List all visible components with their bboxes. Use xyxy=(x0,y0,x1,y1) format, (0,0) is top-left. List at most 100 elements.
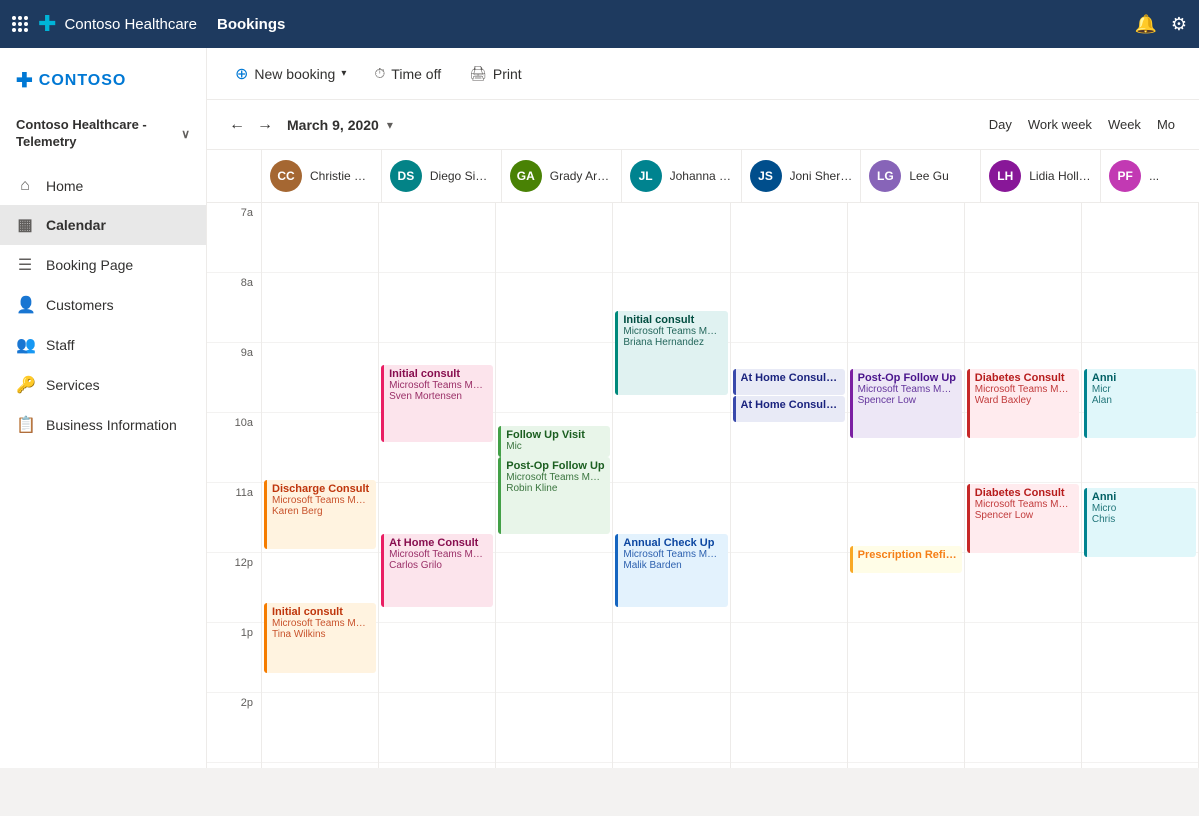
hour-row xyxy=(848,763,964,768)
calendar-event[interactable]: Initial consult Microsoft Teams Meetir B… xyxy=(615,311,727,396)
calendar-event[interactable]: Diabetes Consult Microsoft Teams Meetir … xyxy=(967,369,1079,438)
calendar-event[interactable]: Discharge Consult Microsoft Teams Meetir… xyxy=(264,480,376,549)
event-sub2: Briana Hernandez xyxy=(623,337,722,348)
staff-columns: Discharge Consult Microsoft Teams Meetir… xyxy=(262,203,1199,768)
event-sub1: Microsoft Teams Meetir xyxy=(858,384,957,395)
hour-row xyxy=(613,623,729,693)
view-week[interactable]: Week xyxy=(1100,113,1149,136)
new-booking-button[interactable]: ⊕ New booking ▾ xyxy=(223,58,358,90)
hour-row xyxy=(379,203,495,273)
print-label: Print xyxy=(493,66,522,82)
event-sub1: Microsoft Teams Meetir xyxy=(975,499,1074,510)
calendar-event[interactable]: At Home Consult N xyxy=(733,369,845,396)
hour-row xyxy=(1082,693,1198,763)
org-name: Contoso Healthcare xyxy=(64,16,197,33)
time-slot: 8a xyxy=(207,273,261,343)
calendar-event[interactable]: Prescription Refill N xyxy=(850,546,962,573)
prev-arrow[interactable]: ← xyxy=(223,112,251,138)
sidebar-item-booking-page[interactable]: ☰ Booking Page xyxy=(0,245,206,285)
calendar-event[interactable]: Initial consult Microsoft Teams Meetir T… xyxy=(264,603,376,672)
hour-row xyxy=(1082,273,1198,343)
event-sub2: Alan xyxy=(1092,395,1191,406)
hour-row xyxy=(496,203,612,273)
print-button[interactable]: 🖨 Print xyxy=(457,59,534,88)
calendar-event[interactable]: Initial consult Microsoft Teams Meetir S… xyxy=(381,365,493,442)
hour-row xyxy=(731,623,847,693)
sidebar-item-customers[interactable]: 👤 Customers xyxy=(0,285,206,325)
calendar-event[interactable]: At Home Consult N xyxy=(733,396,845,423)
sidebar-item-business-info[interactable]: 📋 Business Information xyxy=(0,405,206,445)
event-title: Anni xyxy=(1092,372,1191,384)
staff-header-js: JS Joni Sherman xyxy=(742,150,862,202)
calendar-event[interactable]: Follow Up Visit Mic xyxy=(498,426,610,457)
event-sub2: Sven Mortensen xyxy=(389,391,488,402)
hour-row xyxy=(1082,553,1198,623)
apps-icon[interactable] xyxy=(12,16,28,32)
hour-row xyxy=(848,623,964,693)
customers-icon: 👤 xyxy=(16,295,34,315)
current-date[interactable]: March 9, 2020 xyxy=(287,117,379,133)
sidebar-item-home-label: Home xyxy=(46,178,83,194)
event-sub1: Microsoft Teams Meetir xyxy=(389,380,488,391)
date-expand-icon[interactable]: ▾ xyxy=(387,118,393,132)
calendar-event[interactable]: At Home Consult Microsoft Teams Meetir C… xyxy=(381,534,493,607)
staff-headers: CC Christie Cline DS Diego Siciliani GA … xyxy=(262,150,1199,202)
notification-icon[interactable]: 🔔 xyxy=(1134,14,1156,35)
hour-row xyxy=(731,483,847,553)
calendar-event[interactable]: Post-Op Follow Up Microsoft Teams Meetir… xyxy=(850,369,962,438)
hour-row xyxy=(965,273,1081,343)
hour-row xyxy=(731,413,847,483)
calendar-event[interactable]: Annual Check Up Microsoft Teams Meetir M… xyxy=(615,534,727,607)
hour-row xyxy=(496,553,612,623)
event-title: Initial consult xyxy=(623,314,722,326)
staff-header-ga: GA Grady Archie xyxy=(502,150,622,202)
staff-header-lg: LG Lee Gu xyxy=(861,150,981,202)
event-title: At Home Consult N xyxy=(741,372,840,384)
staff-icon: 👥 xyxy=(16,335,34,355)
view-work-week[interactable]: Work week xyxy=(1020,113,1100,136)
event-sub1: Microsoft Teams Meetir xyxy=(272,618,371,629)
hour-row xyxy=(613,203,729,273)
calendar-event[interactable]: Diabetes Consult Microsoft Teams Meetir … xyxy=(967,484,1079,553)
hour-row xyxy=(1082,623,1198,693)
view-month[interactable]: Mo xyxy=(1149,113,1183,136)
print-icon: 🖨 xyxy=(469,65,487,82)
view-day[interactable]: Day xyxy=(981,113,1020,136)
time-off-label: Time off xyxy=(391,66,441,82)
staff-name: Joni Sherman xyxy=(790,169,853,183)
time-off-button[interactable]: ⏱ Time off xyxy=(362,59,453,88)
event-sub1: Micro xyxy=(1092,503,1191,514)
event-sub1: Microsoft Teams Meetir xyxy=(389,549,488,560)
hour-row xyxy=(848,203,964,273)
event-title: Initial consult xyxy=(272,606,371,618)
sidebar-item-staff[interactable]: 👥 Staff xyxy=(0,325,206,365)
sidebar-item-booking-page-label: Booking Page xyxy=(46,257,133,273)
sidebar-nav: ⌂ Home ▦ Calendar ☰ Booking Page 👤 Custo… xyxy=(0,167,206,445)
sidebar-cross-icon: ✚ xyxy=(16,68,33,93)
sidebar-item-home[interactable]: ⌂ Home xyxy=(0,167,206,205)
hour-row xyxy=(613,693,729,763)
event-sub1: Microsoft Teams Meetir xyxy=(506,472,605,483)
hour-row xyxy=(731,203,847,273)
event-sub2: Spencer Low xyxy=(975,510,1074,521)
time-slot: 9a xyxy=(207,343,261,413)
hour-row xyxy=(379,273,495,343)
sidebar-brand: CONTOSO xyxy=(39,72,127,90)
calendar-event[interactable]: Anni Micr Alan xyxy=(1084,369,1196,438)
cal-col-jl: Initial consult Microsoft Teams Meetir B… xyxy=(613,203,730,768)
sidebar: ✚ CONTOSO Contoso Healthcare - Telemetry… xyxy=(0,48,207,768)
sidebar-org-selector[interactable]: Contoso Healthcare - Telemetry ∨ xyxy=(0,109,206,167)
event-sub2: Ward Baxley xyxy=(975,395,1074,406)
settings-icon[interactable]: ⚙ xyxy=(1171,14,1187,35)
event-sub1: Microsoft Teams Meetir xyxy=(975,384,1074,395)
sidebar-item-calendar[interactable]: ▦ Calendar xyxy=(0,205,206,245)
hour-row xyxy=(731,553,847,623)
time-slot: 1p xyxy=(207,623,261,693)
next-arrow[interactable]: → xyxy=(251,112,279,138)
calendar-event[interactable]: Anni Micro Chris xyxy=(1084,488,1196,557)
sidebar-item-services[interactable]: 🔑 Services xyxy=(0,365,206,405)
calendar-event[interactable]: Post-Op Follow Up Microsoft Teams Meetir… xyxy=(498,457,610,534)
sidebar-org-name: Contoso Healthcare - Telemetry xyxy=(16,117,181,151)
sidebar-item-business-info-label: Business Information xyxy=(46,417,177,433)
new-booking-chevron-icon: ▾ xyxy=(341,68,346,79)
